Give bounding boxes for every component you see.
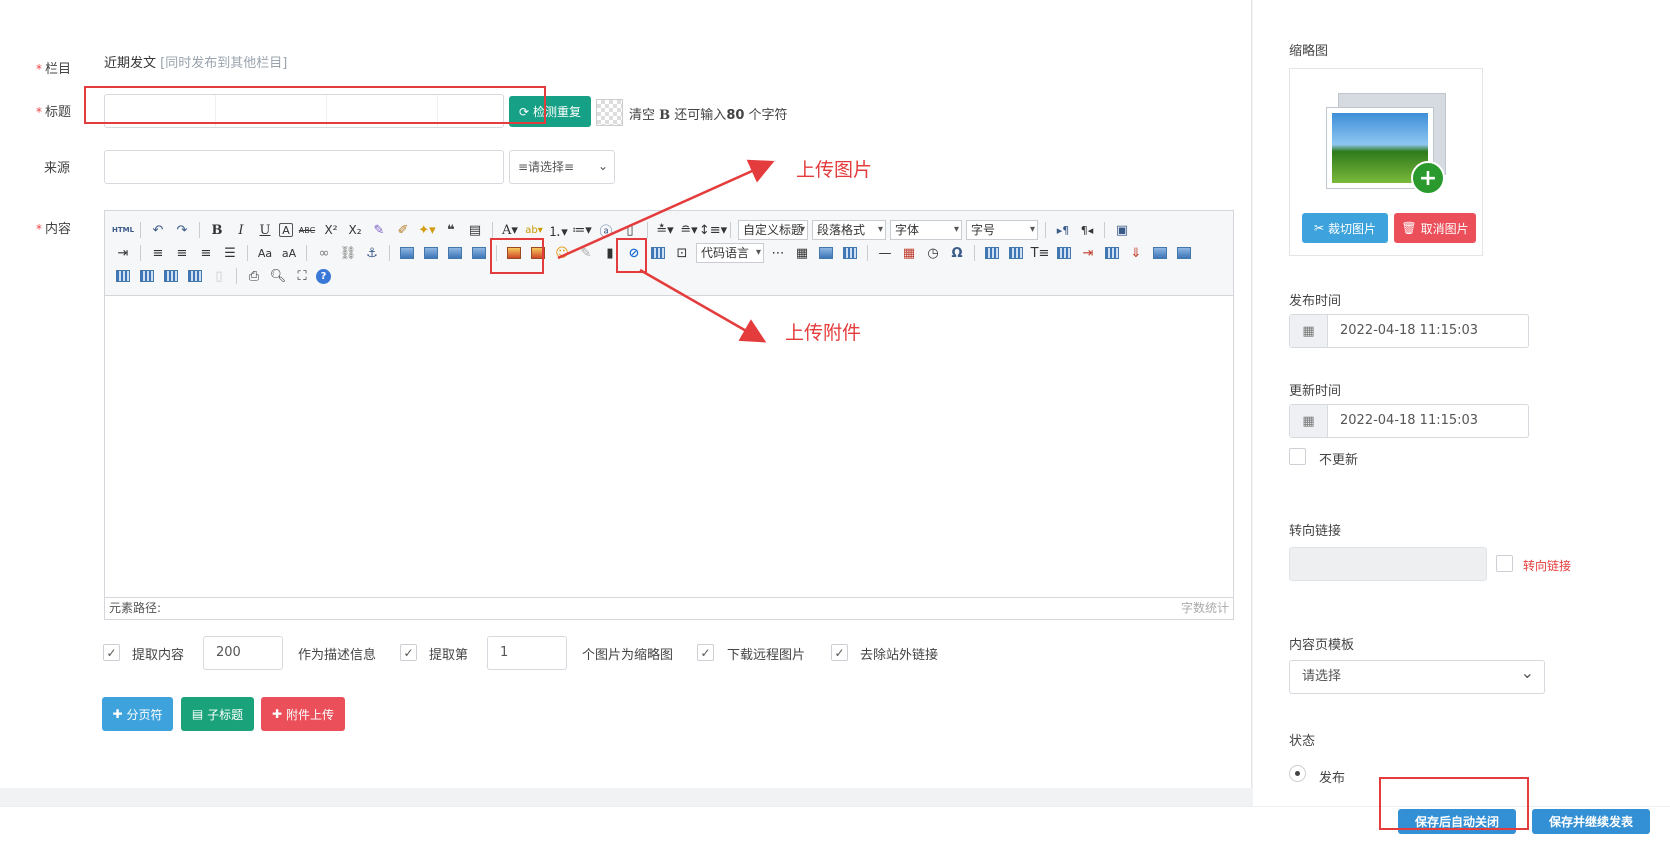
annotation-upload-image: 上传图片 — [796, 159, 873, 181]
radio-dot — [1295, 771, 1300, 776]
annotation-upload-attachment: 上传附件 — [785, 322, 862, 344]
extract-nth-label: 提取第 — [429, 648, 469, 663]
main-panel: * 栏目 近期发文 [同时发布到其他栏目] * 标题 ⟳ 检测重复 清空 B 还可输入… — [0, 0, 1252, 788]
remove-links-label: 去除站外链接 — [860, 648, 939, 663]
template-select[interactable]: 请选择 — [1289, 657, 1545, 694]
arrow-to-upload-image — [557, 159, 775, 260]
no-update-checkbox[interactable] — [1289, 448, 1306, 465]
status-label: 状态 — [1289, 734, 1316, 749]
arrow-to-upload-attachment — [639, 268, 767, 343]
attachment-upload-label: 附件上传 — [286, 707, 335, 722]
publish-time-value: 2022-04-18 11:15:03 — [1340, 323, 1479, 338]
crop-image-label: 裁切图片 — [1328, 221, 1377, 236]
extract-content-label: 提取内容 — [132, 648, 185, 663]
publish-time-input[interactable]: ▦ 2022-04-18 11:15:03 — [1289, 314, 1529, 348]
no-update-label: 不更新 — [1319, 453, 1359, 468]
redirect-check-label: 转向链接 — [1523, 559, 1572, 573]
calendar-icon: ▦ — [1290, 405, 1328, 437]
status-publish-radio[interactable] — [1289, 765, 1306, 782]
publish-time-label: 发布时间 — [1289, 294, 1342, 309]
status-publish-label: 发布 — [1319, 771, 1346, 786]
crop-image-button[interactable]: ✂ 裁切图片 — [1302, 213, 1388, 243]
extract-length-input[interactable]: 200 — [203, 636, 283, 670]
pagebreak-label: 分页符 — [126, 707, 163, 722]
scissors-icon: ✂ — [1313, 221, 1325, 235]
heading-icon: ▤ — [191, 707, 204, 721]
cancel-image-label: 取消图片 — [1420, 221, 1469, 236]
plus-icon: ✚ — [271, 707, 283, 721]
cancel-image-button[interactable]: 🗑︎ 取消图片 — [1394, 213, 1476, 243]
trash-icon: 🗑︎ — [1401, 221, 1417, 235]
save-continue-button[interactable]: 保存并继续发表 — [1532, 809, 1650, 834]
as-description-label: 作为描述信息 — [298, 648, 377, 663]
thumbnail-box[interactable]: + ✂ 裁切图片 🗑︎ 取消图片 — [1289, 68, 1483, 256]
redirect-url-input[interactable] — [1289, 547, 1487, 581]
as-thumb-label: 个图片为缩略图 — [582, 648, 674, 663]
extract-thumb-checkbox[interactable]: ✓ — [400, 644, 417, 661]
attachment-upload-button[interactable]: ✚ 附件上传 — [261, 697, 345, 731]
save-close-button[interactable]: 保存后自动关闭 — [1398, 809, 1516, 834]
download-remote-label: 下载远程图片 — [727, 648, 806, 663]
update-time-label: 更新时间 — [1289, 384, 1342, 399]
nth-image-input[interactable]: 1 — [487, 636, 567, 670]
annotation-arrows — [557, 159, 775, 343]
redirect-checkbox[interactable] — [1496, 555, 1513, 572]
subtitle-label: 子标题 — [207, 707, 244, 722]
sidebar-panel: 缩略图 + ✂ 裁切图片 🗑︎ 取消图片 发布时间 ▦ 2022-04-18 11:… — [1253, 0, 1670, 806]
template-label: 内容页模板 — [1289, 638, 1355, 653]
thumbnail-label: 缩略图 — [1289, 44, 1329, 59]
add-image-icon[interactable]: + — [1411, 161, 1445, 195]
redirect-label: 转向链接 — [1289, 524, 1342, 539]
update-time-input[interactable]: ▦ 2022-04-18 11:15:03 — [1289, 404, 1529, 438]
extract-content-checkbox[interactable]: ✓ — [103, 644, 120, 661]
pagebreak-button[interactable]: ✚ 分页符 — [102, 697, 173, 731]
plus-icon: ✚ — [112, 707, 123, 721]
download-remote-checkbox[interactable]: ✓ — [697, 644, 714, 661]
remove-links-checkbox[interactable]: ✓ — [831, 644, 848, 661]
calendar-icon: ▦ — [1290, 315, 1328, 347]
update-time-value: 2022-04-18 11:15:03 — [1340, 413, 1479, 428]
subtitle-button[interactable]: ▤ 子标题 — [181, 697, 254, 731]
